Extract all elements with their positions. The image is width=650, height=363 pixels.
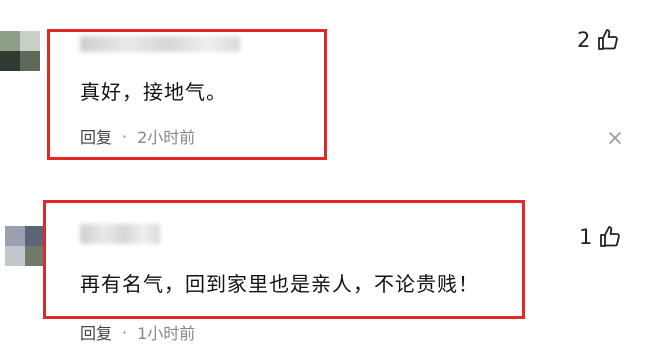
meta-separator: · [122, 322, 128, 342]
comment-text: 再有名气，回到家里也是亲人，不论贵贱！ [80, 272, 479, 296]
avatar-pixel [5, 226, 25, 246]
username-blurred[interactable] [80, 224, 160, 244]
comment-timestamp: 1小时前 [137, 324, 196, 343]
avatar-pixel [25, 246, 45, 266]
comment-meta: 回复 · 1小时前 [80, 320, 195, 344]
highlight-box [43, 200, 525, 319]
like-count: 1 [579, 225, 593, 249]
avatar-pixel [25, 226, 45, 246]
avatar-pixel [5, 246, 25, 266]
comment-item: 再有名气，回到家里也是亲人，不论贵贱！ 回复 · 1小时前 1 [0, 0, 650, 343]
reply-button[interactable]: 回复 [80, 320, 112, 344]
like-button[interactable]: 1 [579, 225, 622, 249]
thumbs-up-icon [598, 225, 622, 249]
avatar[interactable] [5, 226, 45, 266]
